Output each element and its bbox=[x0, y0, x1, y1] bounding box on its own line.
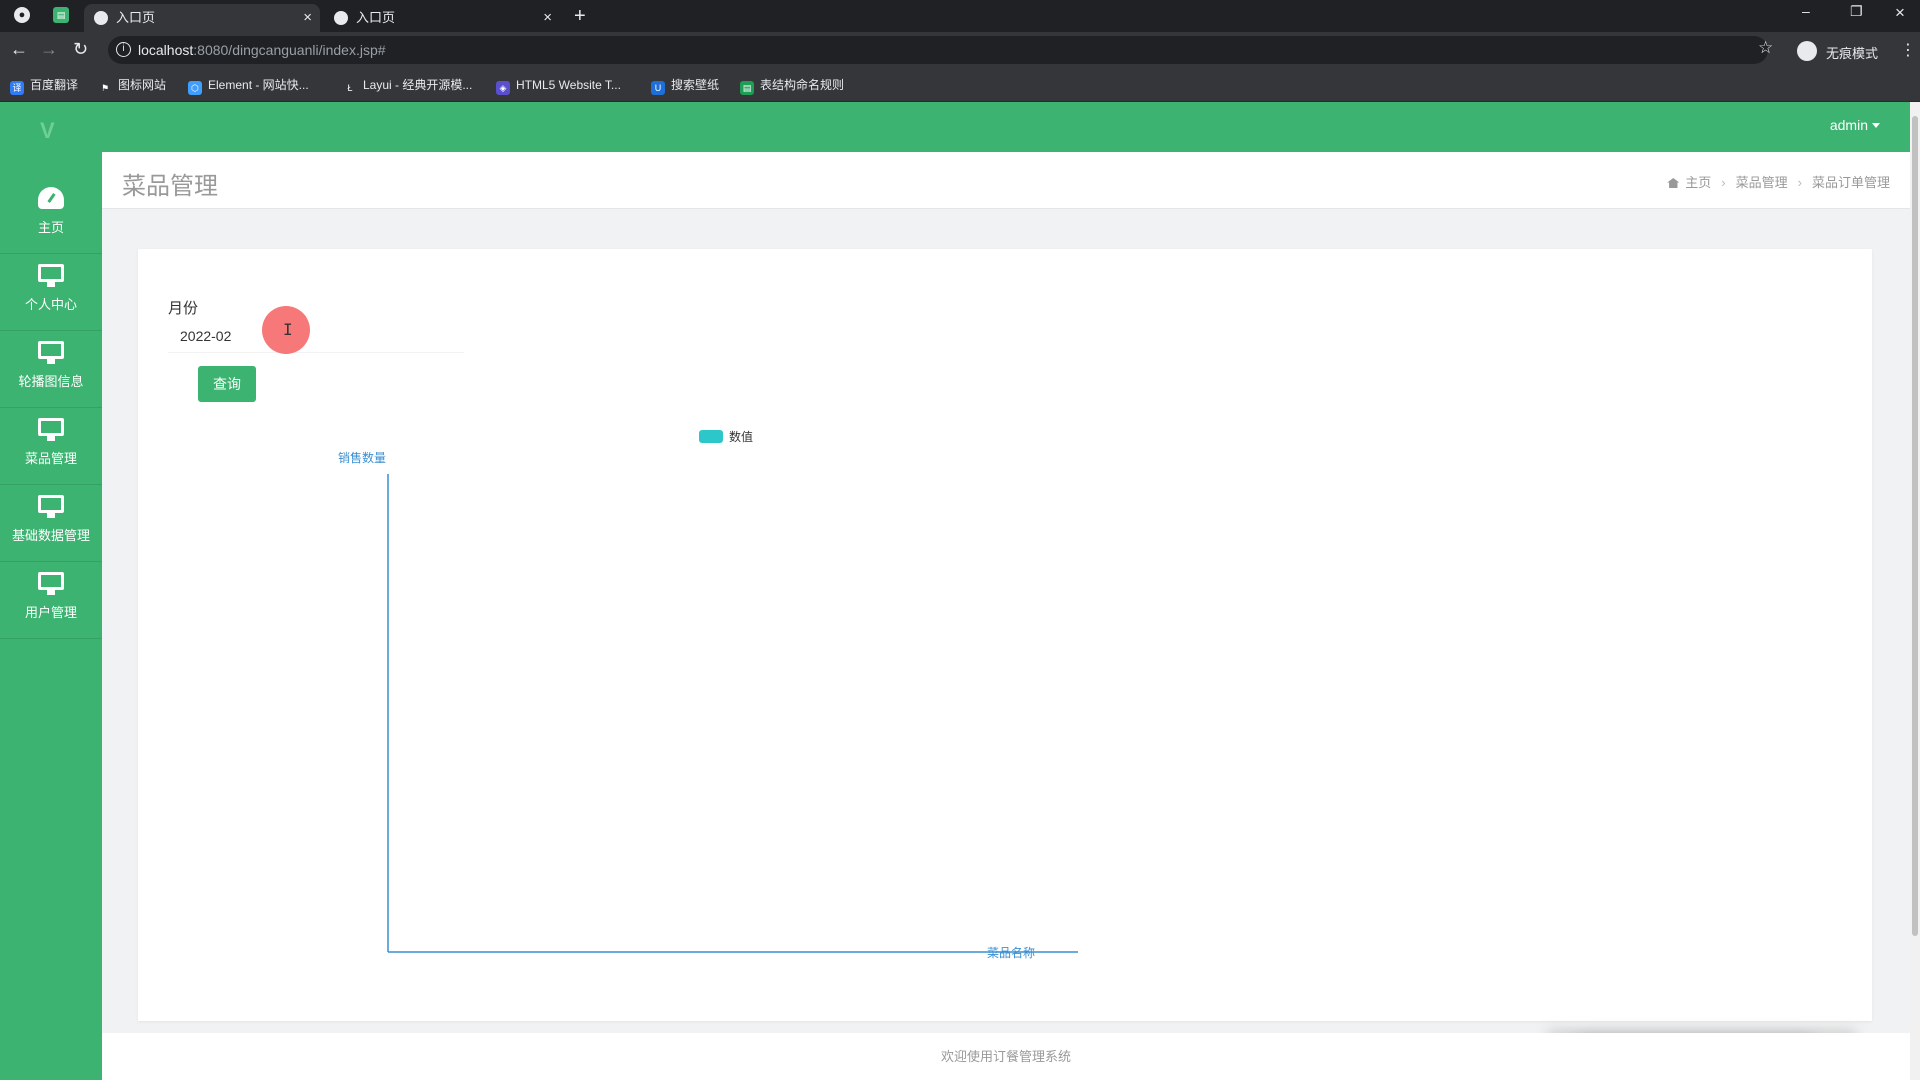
minimize-icon[interactable]: – bbox=[1802, 3, 1810, 19]
app-tab-icon[interactable]: ▤ bbox=[53, 7, 69, 23]
chevron-right-icon: › bbox=[1721, 175, 1726, 190]
info-icon[interactable]: i bbox=[116, 42, 131, 57]
sidebar-item-label: 用户管理 bbox=[24, 605, 77, 620]
breadcrumb: 主页 › 菜品管理 › 菜品订单管理 bbox=[1667, 172, 1890, 191]
tab-label: 入口页 bbox=[116, 10, 156, 25]
bookmark-label: Element - 网站快... bbox=[208, 78, 309, 92]
incognito-label[interactable]: 无痕模式 bbox=[1826, 43, 1878, 62]
scrollbar-thumb[interactable] bbox=[1912, 116, 1918, 936]
sidebar-item[interactable]: 用户管理 bbox=[0, 562, 102, 639]
close-icon[interactable]: × bbox=[303, 4, 312, 32]
top-navbar: admin bbox=[102, 102, 1910, 152]
page-scrollbar[interactable] bbox=[1910, 102, 1920, 1080]
month-label: 月份 bbox=[168, 300, 199, 317]
browser-toolbar: ← → ↻ i localhost:8080/dingcanguanli/ind… bbox=[0, 32, 1920, 68]
legend-label[interactable]: 数值 bbox=[729, 429, 753, 444]
sidebar-item[interactable]: 个人中心 bbox=[0, 254, 102, 331]
sheet-icon: ▤ bbox=[740, 81, 754, 95]
page-title: 菜品管理 bbox=[122, 173, 218, 200]
bookmarks-bar: 译百度翻译 ⚑ 图标网站 ⬡ Element - 网站快... Ł Layui - 经典开源… bbox=[0, 68, 1920, 102]
element-icon: ⬡ bbox=[188, 81, 202, 95]
url-text[interactable]: localhost:8080/dingcanguanli/index.jsp# bbox=[138, 42, 386, 58]
footer: 欢迎使用订餐管理系统 bbox=[102, 1033, 1910, 1080]
logo-icon: V bbox=[40, 118, 55, 143]
x-axis-label: 菜品名称 bbox=[987, 946, 1036, 960]
bookmark-item[interactable]: ◈ HTML5 Website T... bbox=[496, 76, 621, 95]
sidebar: V 主页个人中心轮播图信息菜品管理基础数据管理 用户管理 bbox=[0, 102, 102, 1080]
sidebar-item-label: 主页 bbox=[37, 220, 64, 235]
bookmark-item[interactable]: ⚑ 图标网站 bbox=[98, 76, 167, 95]
breadcrumb-order: 菜品订单管理 bbox=[1811, 175, 1890, 190]
report-card: 月份 I 查询 数值 销售数量 菜品名称 bbox=[138, 249, 1872, 1021]
browser-tab-strip: ● ▤ 入口页 × 入口页 × + – ❐ × bbox=[0, 0, 1920, 32]
bookmark-item[interactable]: 译百度翻译 bbox=[10, 76, 79, 95]
home-icon bbox=[1667, 178, 1680, 188]
dashboard-icon bbox=[37, 187, 65, 211]
sidebar-item[interactable]: 主页 bbox=[0, 177, 102, 254]
monitor-icon bbox=[37, 495, 65, 519]
bookmark-label: 图标网站 bbox=[118, 78, 167, 92]
restore-icon[interactable]: ❐ bbox=[1850, 3, 1863, 20]
breadcrumb-dish[interactable]: 菜品管理 bbox=[1736, 175, 1788, 190]
bookmark-label: 表结构命名规则 bbox=[760, 78, 845, 92]
sidebar-item-label: 个人中心 bbox=[24, 297, 77, 312]
bookmark-star-icon[interactable]: ☆ bbox=[1758, 38, 1773, 58]
sidebar-item-label: 轮播图信息 bbox=[18, 374, 84, 389]
app-page: V 主页 个人中心 轮播图信息 菜品管理 基础数据管理 用户管理 admin 菜品管理 主… bbox=[0, 102, 1920, 1080]
text-cursor-icon: I bbox=[283, 320, 293, 339]
tab-label: 入口页 bbox=[356, 10, 396, 25]
sidebar-item-label: 基础数据管理 bbox=[11, 528, 90, 543]
reload-icon[interactable]: ↻ bbox=[73, 38, 88, 60]
caret-down-icon bbox=[1872, 123, 1880, 128]
monitor-icon bbox=[37, 418, 65, 442]
wallpaper-icon: U bbox=[651, 81, 665, 95]
back-icon[interactable]: ← bbox=[10, 38, 28, 60]
bookmark-label: Layui - 经典开源模... bbox=[363, 78, 473, 92]
incognito-icon bbox=[1797, 41, 1817, 61]
bookmark-label: 搜索壁纸 bbox=[671, 78, 720, 92]
monitor-icon bbox=[37, 264, 65, 288]
sidebar-item[interactable]: 菜品管理 bbox=[0, 408, 102, 485]
tab-entry-2[interactable]: 入口页 × bbox=[324, 4, 560, 32]
tab-entry-1[interactable]: 入口页 × bbox=[84, 4, 320, 32]
bookmark-label: HTML5 Website T... bbox=[516, 78, 621, 92]
sidebar-item[interactable]: 轮播图信息 bbox=[0, 331, 102, 408]
sales-chart: 数值 销售数量 bbox=[338, 429, 1078, 953]
chevron-right-icon: › bbox=[1797, 175, 1802, 190]
new-tab-button[interactable]: + bbox=[574, 4, 586, 28]
window-close-icon[interactable]: × bbox=[1895, 3, 1905, 23]
month-input[interactable] bbox=[168, 319, 464, 353]
username: admin bbox=[1829, 117, 1868, 133]
bookmark-item[interactable]: U 搜索壁纸 bbox=[651, 76, 720, 95]
monitor-icon bbox=[37, 341, 65, 365]
bookmark-item[interactable]: ⬡ Element - 网站快... bbox=[188, 76, 309, 95]
bookmark-item[interactable]: Ł Layui - 经典开源模... bbox=[343, 76, 473, 95]
kebab-menu-icon[interactable]: ⋮ bbox=[1900, 40, 1916, 60]
browser-menu-icon[interactable]: ● bbox=[14, 7, 30, 23]
y-axis-label: 销售数量 bbox=[338, 450, 386, 465]
query-button[interactable]: 查询 bbox=[198, 366, 256, 402]
bookmark-label: 百度翻译 bbox=[30, 78, 79, 92]
translate-icon: 译 bbox=[10, 81, 24, 95]
sidebar-item-label: 菜品管理 bbox=[24, 451, 77, 466]
address-bar[interactable]: i localhost:8080/dingcanguanli/index.jsp… bbox=[108, 36, 1768, 64]
breadcrumb-home[interactable]: 主页 bbox=[1685, 175, 1711, 190]
globe-icon bbox=[334, 11, 348, 25]
layui-icon: Ł bbox=[343, 81, 357, 95]
bookmark-item[interactable]: ▤ 表结构命名规则 bbox=[740, 76, 845, 95]
click-indicator: I bbox=[262, 306, 310, 354]
html5-icon: ◈ bbox=[496, 81, 510, 95]
monitor-icon bbox=[37, 572, 65, 596]
user-menu[interactable]: admin bbox=[1830, 117, 1880, 133]
forward-icon[interactable]: → bbox=[40, 38, 58, 60]
close-icon[interactable]: × bbox=[543, 4, 552, 32]
legend-swatch bbox=[699, 430, 723, 443]
flag-icon: ⚑ bbox=[98, 81, 112, 95]
sidebar-item[interactable]: 基础数据管理 bbox=[0, 485, 102, 562]
page-header: 菜品管理 主页 › 菜品管理 › 菜品订单管理 bbox=[102, 152, 1910, 209]
globe-icon bbox=[94, 11, 108, 25]
